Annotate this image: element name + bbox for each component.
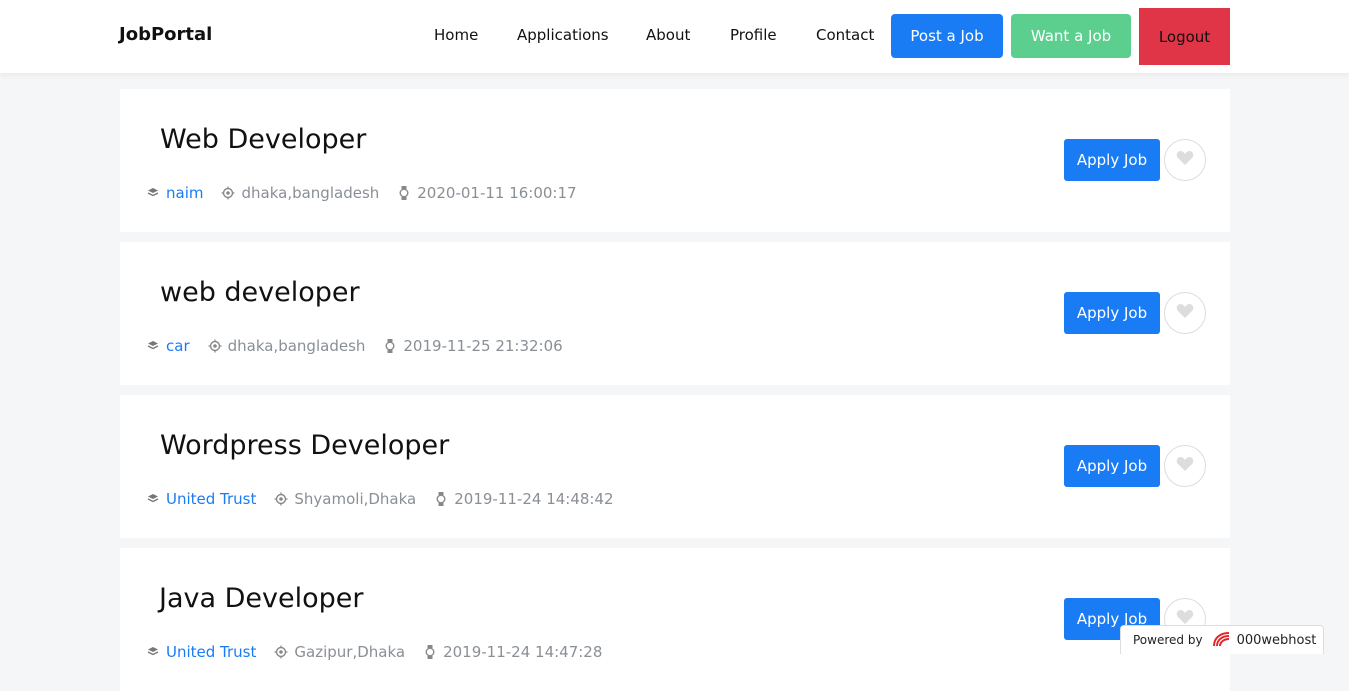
favorite-button[interactable] [1164,139,1206,181]
heart-icon [1176,303,1194,323]
logout-button[interactable]: Logout [1139,8,1230,65]
job-card: web developer car dhaka,bangladesh 2019-… [120,242,1230,385]
layers-icon [146,186,160,200]
watch-icon [383,339,397,353]
watch-icon [423,645,437,659]
job-card: Java Developer United Trust Gazipur,Dhak… [120,548,1230,691]
nav-profile-link[interactable]: Profile [730,26,777,44]
job-card: Wordpress Developer United Trust Shyamol… [120,395,1230,538]
want-job-button[interactable]: Want a Job [1011,14,1131,58]
job-company-link[interactable]: car [166,337,190,355]
job-company-link[interactable]: United Trust [166,490,256,508]
heart-icon [1176,456,1194,476]
job-location: Shyamoli,Dhaka [294,490,417,508]
job-meta: naim dhaka,bangladesh 2020-01-11 16:00:1… [146,183,577,203]
layers-icon [146,492,160,506]
layers-icon [146,339,160,353]
job-title[interactable]: web developer [160,277,360,308]
watch-icon [434,492,448,506]
nav-applications-link[interactable]: Applications [517,26,609,44]
job-posted-time: 2019-11-25 21:32:06 [403,337,563,355]
job-location: Gazipur,Dhaka [294,643,406,661]
job-posted-time: 2019-11-24 14:48:42 [454,490,614,508]
favorite-button[interactable] [1164,445,1206,487]
job-title[interactable]: Wordpress Developer [160,430,449,461]
watch-icon [397,186,411,200]
location-icon [274,645,288,659]
apply-job-button[interactable]: Apply Job [1064,292,1160,334]
location-icon [208,339,222,353]
post-job-button[interactable]: Post a Job [891,14,1003,58]
location-icon [274,492,288,506]
job-title[interactable]: Web Developer [160,124,366,155]
webhost-logo-icon [1211,631,1233,649]
job-meta: car dhaka,bangladesh 2019-11-25 21:32:06 [146,336,563,356]
job-posted-time: 2020-01-11 16:00:17 [417,184,577,202]
heart-icon [1176,150,1194,170]
job-title[interactable]: Java Developer [159,583,363,614]
job-location: dhaka,bangladesh [241,184,380,202]
nav-about-link[interactable]: About [646,26,690,44]
job-meta: United Trust Gazipur,Dhaka 2019-11-24 14… [146,642,602,662]
job-meta: United Trust Shyamoli,Dhaka 2019-11-24 1… [146,489,614,509]
nav-home-link[interactable]: Home [434,26,478,44]
powered-by-label: Powered by [1133,633,1203,647]
job-posted-time: 2019-11-24 14:47:28 [443,643,603,661]
job-location: dhaka,bangladesh [227,337,366,355]
powered-by-badge[interactable]: Powered by 000webhost [1120,625,1324,654]
job-company-link[interactable]: naim [166,184,203,202]
apply-job-button[interactable]: Apply Job [1064,139,1160,181]
top-navbar: JobPortal Home Applications About Profil… [0,0,1349,73]
job-card: Web Developer naim dhaka,bangladesh 2020… [120,89,1230,232]
location-icon [221,186,235,200]
webhost-brand: 000webhost [1236,632,1317,648]
nav-contact-link[interactable]: Contact [816,26,874,44]
brand-logo[interactable]: JobPortal [119,24,212,45]
layers-icon [146,645,160,659]
apply-job-button[interactable]: Apply Job [1064,445,1160,487]
job-company-link[interactable]: United Trust [166,643,256,661]
favorite-button[interactable] [1164,292,1206,334]
